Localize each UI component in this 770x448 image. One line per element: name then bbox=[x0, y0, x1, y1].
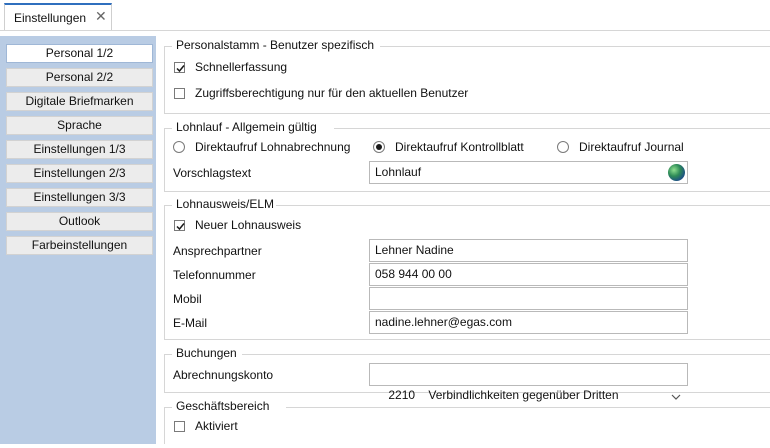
aktiviert-label: Aktiviert bbox=[195, 419, 238, 433]
close-icon[interactable]: ✕ bbox=[95, 8, 107, 25]
sidebar-item-outlook[interactable]: Outlook bbox=[6, 212, 153, 231]
group-geschaeftsbereich: Geschäftsbereich Aktiviert bbox=[164, 399, 770, 444]
group-lohnausweis: Lohnausweis/ELM Neuer Lohnausweis Anspre… bbox=[164, 197, 770, 340]
group-title: Personalstamm - Benutzer spezifisch bbox=[175, 38, 376, 52]
sidebar-item-einstellungen-1[interactable]: Einstellungen 1/3 bbox=[6, 140, 153, 159]
group-lohnlauf: Lohnlauf - Allgemein gültig Direktaufruf… bbox=[164, 120, 770, 192]
group-title: Lohnausweis/ELM bbox=[175, 197, 276, 211]
group-frame bbox=[164, 46, 770, 114]
sidebar-item-digitale-briefmarken[interactable]: Digitale Briefmarken bbox=[6, 92, 153, 111]
sidebar-item-farbeinstellungen[interactable]: Farbeinstellungen bbox=[6, 236, 153, 255]
sidebar-item-personal-1[interactable]: Personal 1/2 bbox=[6, 44, 153, 63]
vorschlagstext-input[interactable]: Lohnlauf bbox=[369, 161, 688, 184]
neuer-lohnausweis-label: Neuer Lohnausweis bbox=[195, 218, 302, 232]
sidebar-item-personal-2[interactable]: Personal 2/2 bbox=[6, 68, 153, 87]
aktiviert-checkbox[interactable] bbox=[174, 421, 185, 432]
group-personalstamm: Personalstamm - Benutzer spezifisch Schn… bbox=[164, 38, 770, 114]
radio-kontrollblatt[interactable] bbox=[373, 141, 385, 153]
mobil-input[interactable] bbox=[369, 287, 688, 310]
tab-einstellungen[interactable]: Einstellungen ✕ bbox=[4, 3, 112, 30]
vorschlagstext-value: Lohnlauf bbox=[375, 165, 422, 179]
group-frame-corner bbox=[164, 407, 172, 408]
vorschlagstext-label: Vorschlagstext bbox=[173, 166, 252, 180]
group-title-line bbox=[380, 46, 770, 47]
group-frame-corner bbox=[164, 205, 172, 206]
group-title: Buchungen bbox=[175, 346, 238, 360]
schnellerfassung-label: Schnellerfassung bbox=[195, 60, 288, 74]
zugriffsberechtigung-checkbox[interactable] bbox=[174, 88, 185, 99]
group-title: Lohnlauf - Allgemein gültig bbox=[175, 120, 318, 134]
globe-icon[interactable] bbox=[668, 164, 685, 181]
group-frame-corner bbox=[164, 128, 172, 129]
schnellerfassung-checkbox[interactable] bbox=[174, 62, 185, 73]
tab-bar: Einstellungen ✕ bbox=[0, 0, 770, 31]
ansprechpartner-label: Ansprechpartner bbox=[173, 244, 262, 258]
mobil-label: Mobil bbox=[173, 292, 202, 306]
sidebar-item-sprache[interactable]: Sprache bbox=[6, 116, 153, 135]
radio-lohnabrechnung-label: Direktaufruf Lohnabrechnung bbox=[195, 140, 351, 154]
group-title-line bbox=[242, 354, 770, 355]
neuer-lohnausweis-checkbox[interactable] bbox=[174, 220, 185, 231]
group-frame-corner bbox=[164, 354, 172, 355]
sidebar: Personal 1/2 Personal 2/2 Digitale Brief… bbox=[0, 36, 156, 444]
group-title-line bbox=[276, 205, 770, 206]
sidebar-item-einstellungen-3[interactable]: Einstellungen 3/3 bbox=[6, 188, 153, 207]
group-buchungen: Buchungen Abrechnungskonto 2210 Verbindl… bbox=[164, 346, 770, 402]
zugriffsberechtigung-label: Zugriffsberechtigung nur für den aktuell… bbox=[195, 86, 469, 100]
checkmark-icon bbox=[176, 223, 185, 231]
abrechnungskonto-select[interactable]: 2210 Verbindlichkeiten gegenüber Dritten bbox=[369, 363, 688, 402]
sidebar-item-einstellungen-2[interactable]: Einstellungen 2/3 bbox=[6, 164, 153, 183]
email-input[interactable]: nadine.lehner@egas.com bbox=[369, 311, 688, 334]
checkmark-icon bbox=[176, 65, 185, 73]
abrechnungskonto-label: Abrechnungskonto bbox=[173, 368, 274, 382]
group-title-line bbox=[334, 128, 770, 129]
radio-kontrollblatt-label: Direktaufruf Kontrollblatt bbox=[395, 140, 524, 154]
radio-journal[interactable] bbox=[557, 141, 569, 153]
group-title-line bbox=[286, 407, 770, 408]
email-label: E-Mail bbox=[173, 316, 208, 330]
ansprechpartner-input[interactable]: Lehner Nadine bbox=[369, 239, 688, 262]
telefonnummer-label: Telefonnummer bbox=[173, 268, 256, 282]
group-title: Geschäftsbereich bbox=[175, 399, 271, 413]
radio-journal-label: Direktaufruf Journal bbox=[579, 140, 684, 154]
group-frame-corner bbox=[164, 46, 172, 47]
radio-lohnabrechnung[interactable] bbox=[173, 141, 185, 153]
telefonnummer-input[interactable]: 058 944 00 00 bbox=[369, 263, 688, 286]
tab-label: Einstellungen bbox=[14, 11, 87, 25]
